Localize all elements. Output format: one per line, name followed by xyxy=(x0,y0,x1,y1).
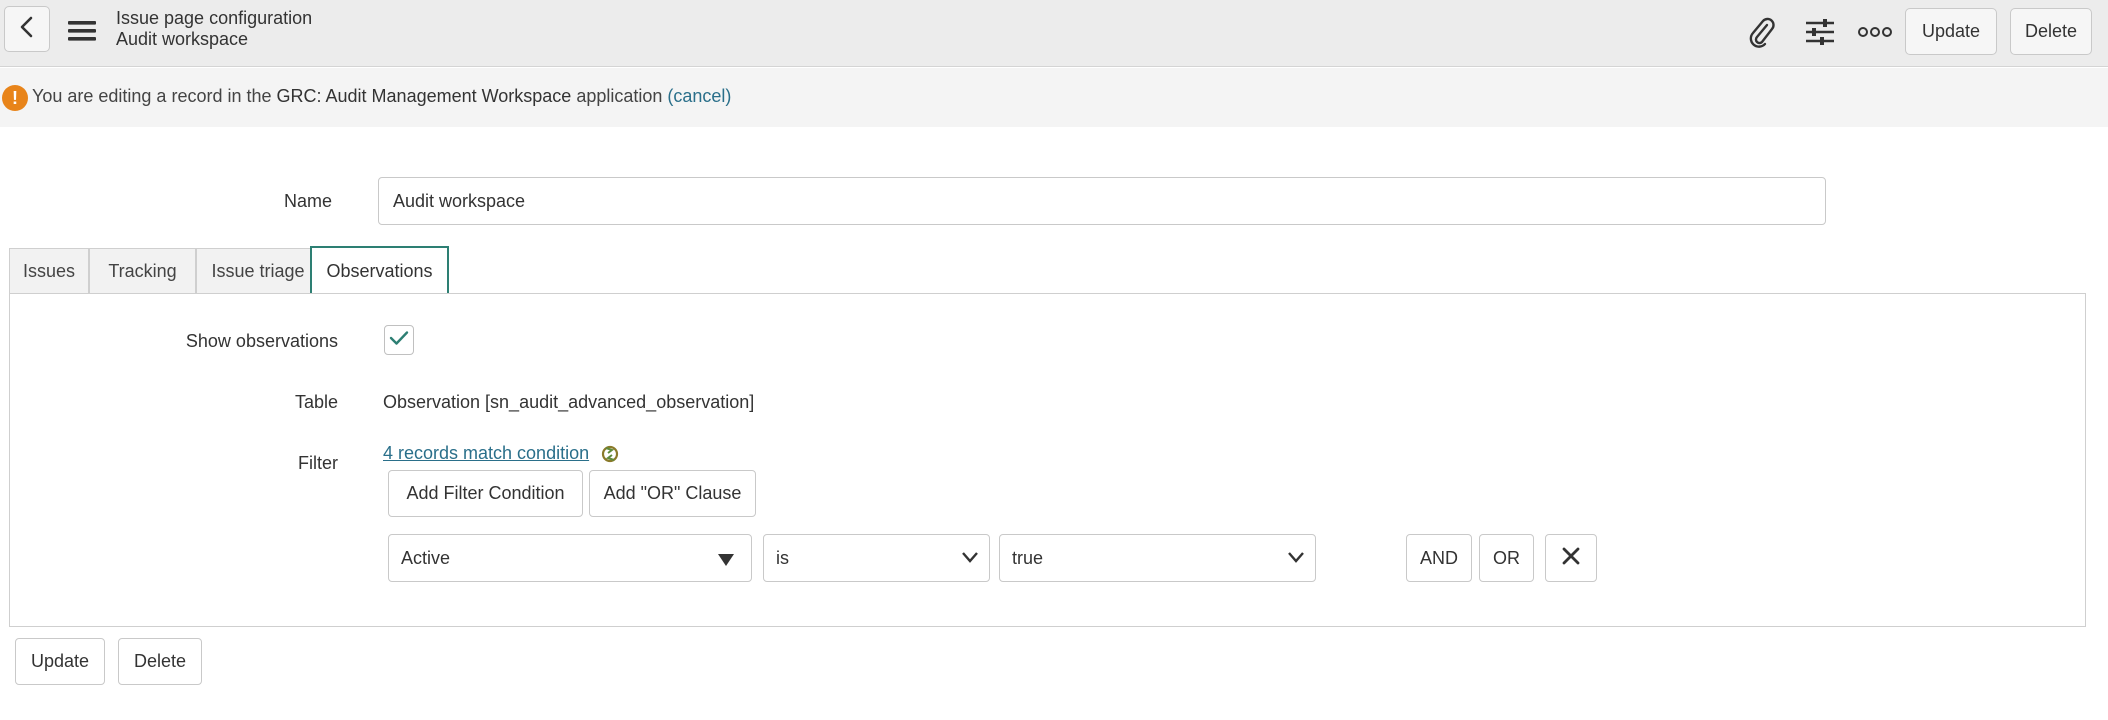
back-button[interactable] xyxy=(4,6,50,52)
or-condition-button[interactable]: OR xyxy=(1479,534,1534,582)
condition-value: true xyxy=(1012,547,1044,568)
condition-operator-select[interactable]: is xyxy=(763,534,990,582)
show-observations-label: Show observations xyxy=(185,331,338,351)
delete-condition-button[interactable] xyxy=(1545,534,1597,582)
paperclip-icon[interactable] xyxy=(1742,12,1782,52)
hamburger-menu-icon[interactable] xyxy=(66,16,100,46)
footer-delete-button[interactable]: Delete xyxy=(118,638,202,685)
caret-down-icon xyxy=(717,551,735,572)
tab-observations[interactable]: Observations xyxy=(310,246,449,295)
personalize-form-icon[interactable] xyxy=(1800,12,1840,52)
add-filter-condition-button[interactable]: Add Filter Condition xyxy=(388,470,583,517)
notice-suffix: application xyxy=(571,86,668,106)
tab-issues[interactable]: Issues xyxy=(9,248,89,293)
cancel-link[interactable]: (cancel) xyxy=(667,86,731,106)
name-input[interactable] xyxy=(378,177,1826,225)
more-options-icon[interactable] xyxy=(1855,12,1895,52)
page-subtitle: Audit workspace xyxy=(116,29,249,49)
page-header: Issue page configuration Audit workspace… xyxy=(0,0,2108,67)
checkmark-icon xyxy=(389,330,409,351)
warning-icon: ! xyxy=(2,85,28,111)
footer-update-button[interactable]: Update xyxy=(15,638,105,685)
condition-value-select[interactable]: true xyxy=(999,534,1316,582)
notice-prefix: You are editing a record in the xyxy=(32,86,277,106)
tab-tracking[interactable]: Tracking xyxy=(89,248,196,293)
refresh-count-icon[interactable] xyxy=(600,443,620,470)
filter-label: Filter xyxy=(298,453,338,473)
table-label: Table xyxy=(294,392,338,412)
chevron-down-icon xyxy=(1287,549,1305,570)
add-or-clause-button[interactable]: Add "OR" Clause xyxy=(589,470,756,517)
notice-message: You are editing a record in the GRC: Aud… xyxy=(32,86,731,107)
header-update-button[interactable]: Update xyxy=(1905,8,1997,55)
page-title-block: Issue page configuration Audit workspace xyxy=(116,8,312,50)
condition-operator-value: is xyxy=(776,547,789,568)
page-title: Issue page configuration xyxy=(116,8,313,28)
notice-app-name: GRC: Audit Management Workspace xyxy=(276,86,572,106)
and-condition-button[interactable]: AND xyxy=(1406,534,1472,582)
tab-issue-triage[interactable]: Issue triage xyxy=(196,248,320,293)
condition-field-value: Active xyxy=(401,547,451,568)
chevron-left-icon xyxy=(19,16,35,43)
table-value: Observation [sn_audit_advanced_observati… xyxy=(383,392,755,412)
condition-field-select[interactable]: Active xyxy=(388,534,752,582)
chevron-down-icon xyxy=(961,549,979,570)
name-label: Name xyxy=(283,191,332,211)
header-delete-button[interactable]: Delete xyxy=(2010,8,2092,55)
close-icon xyxy=(1561,546,1581,571)
show-observations-checkbox[interactable] xyxy=(384,325,414,355)
records-match-link[interactable]: 4 records match condition xyxy=(383,443,589,464)
